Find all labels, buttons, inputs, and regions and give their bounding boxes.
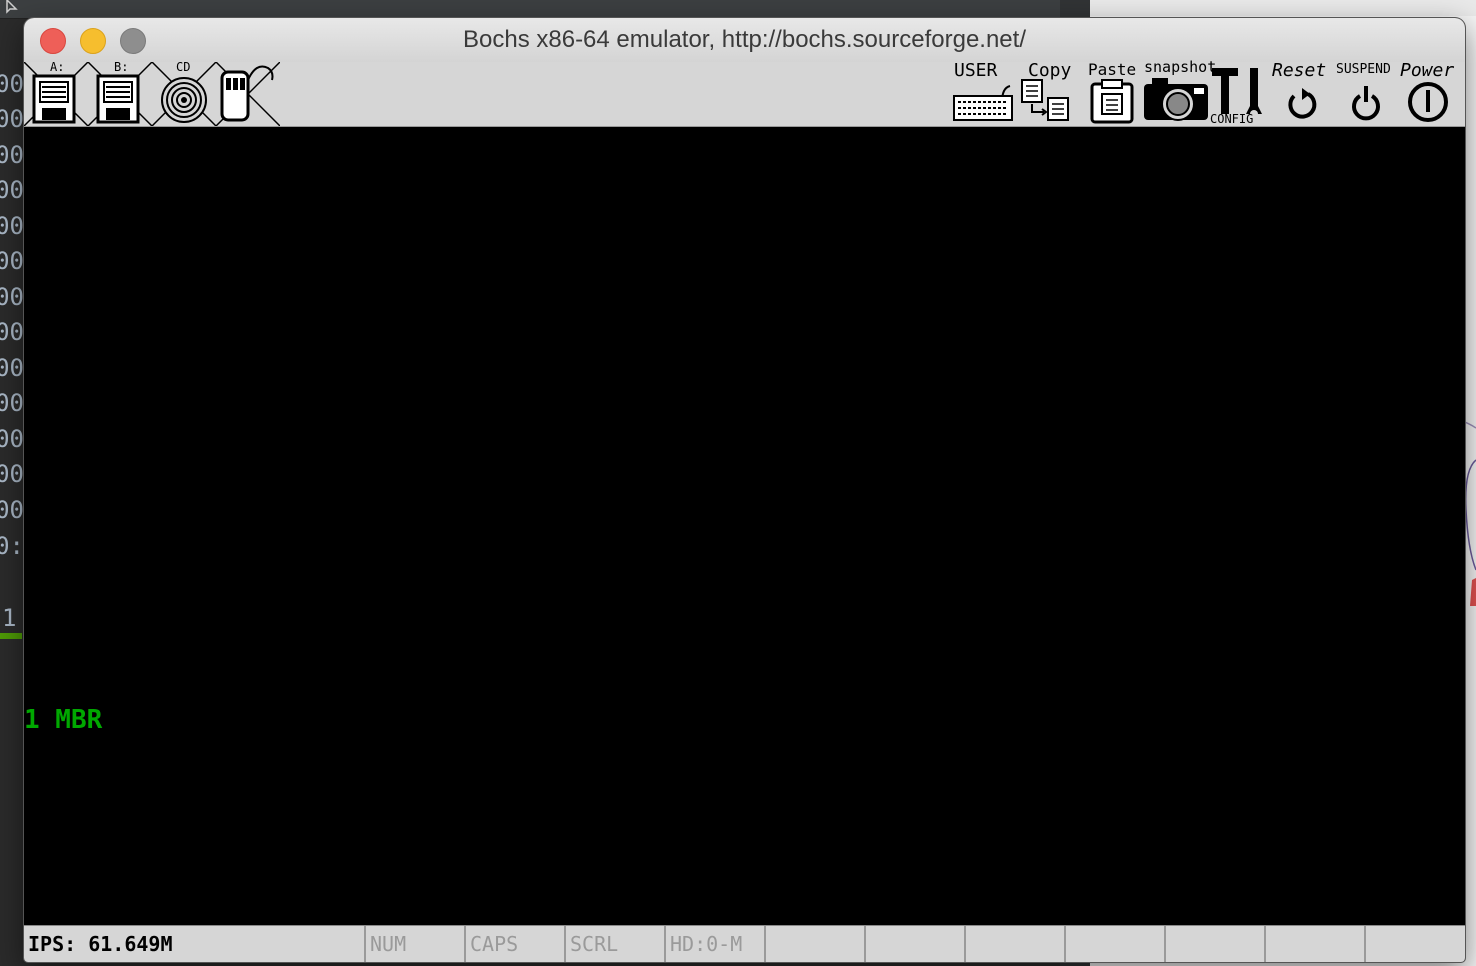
status-cell-empty [1166,926,1266,962]
ips-indicator: IPS: 61.649M [24,926,366,962]
background-code-line: 00 [0,427,24,451]
cdrom-label: CD [176,60,191,74]
reset-button[interactable]: Reset [1272,60,1334,126]
status-bar: IPS: 61.649M NUM CAPS SCRL HD:0-M [24,925,1465,962]
window-titlebar[interactable]: Bochs x86-64 emulator, http://bochs.sour… [24,18,1465,63]
background-code-line: 00 [0,249,24,273]
mouse-cursor-icon [6,0,18,14]
hd-activity-indicator: HD:0-M [666,926,766,962]
background-code-line: 00 [0,356,24,380]
floppy-a-button[interactable]: A: [24,60,89,127]
status-cell-empty [966,926,1066,962]
background-code-line: :0 [0,534,24,558]
background-code-line: 00 [0,498,24,522]
status-cell-empty [1266,926,1366,962]
background-editor-tabbar [0,0,1060,19]
background-code-line: 00 [0,143,24,167]
background-code-line: 00 [0,107,24,131]
background-active-line-marker [0,633,22,639]
background-line-number: 1 [2,604,17,632]
suspend-button[interactable]: SUSPEND [1336,62,1398,126]
background-panel-header [1090,0,1476,16]
emulator-display[interactable]: 1 MBR [24,127,1465,925]
paste-button[interactable]: Paste [1084,60,1140,126]
caps-lock-indicator: CAPS [466,926,566,962]
config-label: CONFIG [1210,112,1254,126]
snapshot-button[interactable]: snapshot [1142,58,1216,126]
copy-button[interactable]: Copy [1018,60,1074,126]
user-button[interactable]: USER [952,60,1014,126]
floppy-b-button[interactable]: B: [87,60,153,127]
boot-output-text: 1 MBR [24,705,103,735]
power-button[interactable]: Power [1398,60,1464,126]
background-code-line: 00 [0,178,24,202]
background-code-line: 00 [0,214,24,238]
status-cell-empty [1066,926,1166,962]
status-cell-empty [866,926,966,962]
bochs-window: Bochs x86-64 emulator, http://bochs.sour… [24,18,1465,962]
floppy-b-label: B: [114,60,129,74]
floppy-a-label: A: [50,60,65,74]
num-lock-indicator: NUM [366,926,466,962]
clipboard-icon [1090,79,1134,124]
bochs-toolbar: A: B: CD USER Copy Paste snapshot CONFIG… [24,58,1465,127]
background-code-line: 00 [0,391,24,415]
background-code-line: 00 [0,462,24,486]
suspend-icon [1352,86,1380,121]
reset-icon [1288,88,1317,119]
background-code-line: 00 [0,320,24,344]
background-code-line: 00 [0,72,24,96]
background-code-line: 00 [0,285,24,309]
config-button[interactable]: CONFIG [1210,62,1270,126]
camera-icon [1144,78,1208,121]
copy-icon [1021,79,1069,121]
window-title: Bochs x86-64 emulator, http://bochs.sour… [463,26,1026,53]
mouse-icon [215,61,281,127]
scroll-lock-indicator: SCRL [566,926,666,962]
status-cell-empty [766,926,866,962]
mouse-capture-button[interactable] [215,61,281,127]
power-icon [1408,82,1448,122]
status-cell-empty [1366,926,1465,962]
cdrom-button[interactable]: CD [151,60,217,127]
keyboard-icon [953,85,1013,121]
